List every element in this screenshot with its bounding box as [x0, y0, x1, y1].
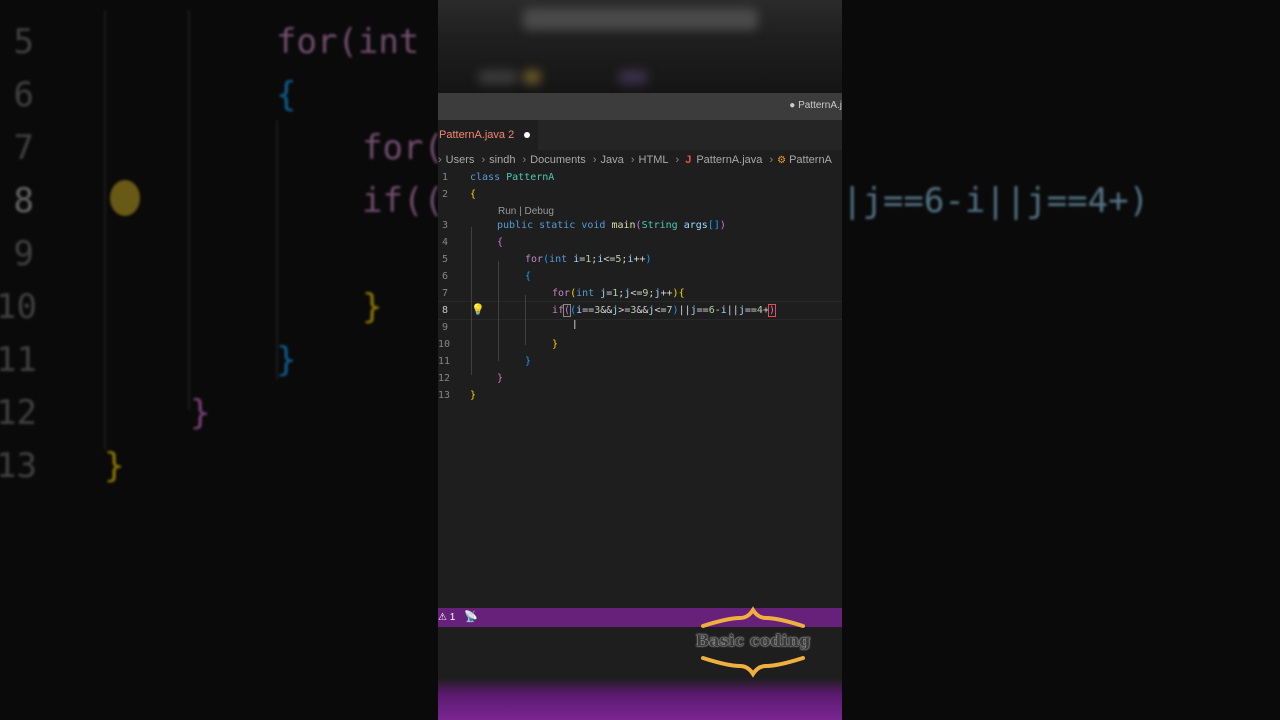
broadcast-icon[interactable]: 📡: [464, 608, 478, 627]
line-number: 3: [441, 220, 448, 231]
bg-code: }: [104, 446, 125, 486]
title-bar: ● PatternA.j: [438, 93, 842, 120]
editor-window: ● PatternA.j PatternA.java 2 › Users › sin…: [438, 0, 842, 720]
bg-code: {: [276, 75, 297, 115]
line-number: 4: [441, 237, 448, 248]
breadcrumb-item[interactable]: Documents: [530, 150, 586, 170]
bg-line-number: 7: [13, 128, 34, 168]
unsaved-dot-icon[interactable]: [524, 132, 530, 138]
java-file-icon: J: [685, 154, 692, 166]
bg-code: |j==6-i||j==4+): [842, 181, 1150, 221]
bg-line-number: 10: [0, 287, 37, 327]
code-line[interactable]: {: [470, 189, 476, 206]
bg-code: if((: [362, 181, 438, 221]
logo-text: Basic coding: [695, 631, 811, 650]
bg-line-number: 13: [0, 446, 37, 486]
code-line[interactable]: }: [497, 373, 503, 390]
breadcrumb-symbol[interactable]: PatternA: [789, 150, 832, 170]
line-number: 8: [441, 305, 448, 316]
line-number: 2: [441, 189, 448, 200]
line-number: 10: [438, 339, 451, 350]
code-line[interactable]: }: [470, 390, 476, 407]
bg-code: }: [276, 340, 297, 380]
breadcrumb-item[interactable]: sindh: [489, 150, 515, 170]
code-editor[interactable]: 1 2 3 4 5 6 7 8 9 10 11 12 13 Run | Debu…: [438, 170, 842, 608]
bg-code: }: [190, 393, 211, 433]
bg-code: for(int: [276, 22, 420, 62]
bg-code: }: [362, 287, 383, 327]
bg-line-number: 11: [0, 340, 37, 380]
run-debug-codelens[interactable]: Run | Debug: [498, 206, 554, 217]
line-number: 6: [441, 271, 448, 282]
code-line[interactable]: for(int i=1;i<=5;i++): [525, 254, 652, 271]
line-number: 1: [441, 172, 448, 183]
breadcrumb-item[interactable]: Java: [601, 150, 624, 170]
window-title: ● PatternA.j: [789, 100, 842, 111]
tab-patterna-java[interactable]: PatternA.java 2: [438, 120, 538, 150]
indent-guide: [498, 261, 499, 361]
code-line[interactable]: {: [497, 237, 503, 254]
lightbulb-icon[interactable]: 💡: [471, 303, 485, 316]
tab-bar: PatternA.java 2: [438, 120, 842, 150]
code-line[interactable]: if((i==3&&j>=3&&j<=7)||j==6-i||j==4+): [552, 304, 777, 322]
code-line[interactable]: class PatternA: [470, 172, 554, 189]
chevron-right-icon: ›: [522, 154, 527, 166]
problems-indicator[interactable]: ⚠ 1: [438, 608, 455, 627]
breadcrumb-item[interactable]: HTML: [639, 150, 669, 170]
basic-coding-logo: Basic coding: [688, 604, 818, 680]
code-line[interactable]: }: [525, 356, 531, 373]
line-number: 7: [441, 288, 448, 299]
bg-line-number: 12: [0, 393, 37, 433]
breadcrumb-file[interactable]: PatternA.java: [696, 150, 762, 170]
bg-line-number: 5: [13, 22, 34, 62]
line-number: 9: [441, 322, 448, 333]
code-line[interactable]: for(int j=1;j<=9;j++){: [552, 288, 685, 305]
breadcrumb-item[interactable]: Users: [446, 150, 475, 170]
bg-line-number: 9: [13, 234, 34, 274]
bg-code: for(: [362, 128, 438, 168]
code-line[interactable]: public static void main(String args[]): [497, 220, 726, 237]
line-number: 12: [438, 373, 451, 384]
tab-label: PatternA.java 2: [439, 129, 515, 141]
chevron-right-icon: ›: [675, 154, 680, 166]
chevron-right-icon: ›: [769, 154, 774, 166]
chevron-right-icon: ›: [481, 154, 486, 166]
line-number: 11: [438, 356, 451, 367]
blurred-header: [438, 0, 842, 93]
background-left: 5 6 7 8 9 10 11 12 13 for(int { for( if(…: [0, 0, 438, 720]
bg-lightbulb-icon: [110, 180, 140, 216]
chevron-right-icon: ›: [438, 154, 442, 166]
line-number: 5: [441, 254, 448, 265]
chevron-right-icon: ›: [630, 154, 635, 166]
background-right: |j==6-i||j==4+): [842, 0, 1280, 720]
text-cursor-icon: I: [573, 318, 577, 332]
indent-guide: [471, 227, 472, 375]
line-number: 13: [438, 390, 451, 401]
indent-guide: [525, 295, 526, 345]
code-line[interactable]: }: [552, 339, 558, 356]
bg-line-number: 6: [13, 75, 34, 115]
code-line[interactable]: {: [525, 271, 531, 288]
bg-line-number: 8: [13, 181, 34, 221]
chevron-right-icon: ›: [592, 154, 597, 166]
symbol-class-icon: ⚙: [777, 155, 787, 166]
breadcrumb: › Users › sindh › Documents › Java › HTML › J P…: [438, 150, 842, 170]
